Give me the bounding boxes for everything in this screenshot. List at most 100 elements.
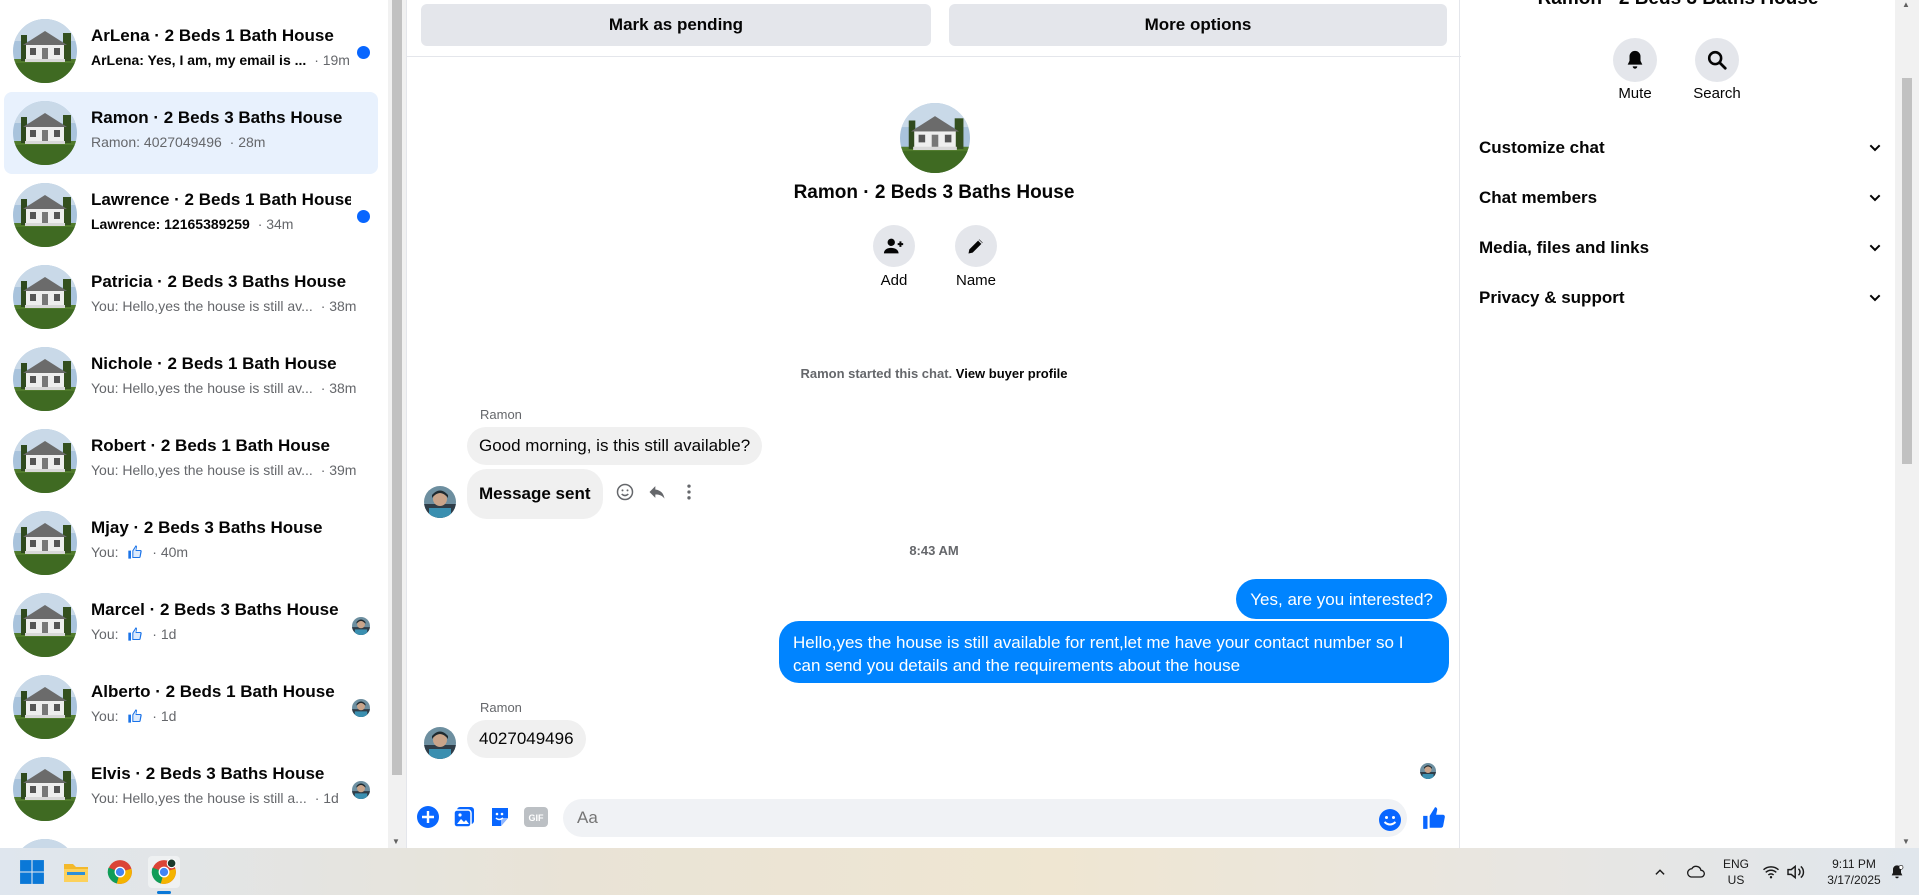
conversation-title: Lawrence · 2 Beds 1 Bath House xyxy=(91,190,351,209)
media-files-links-row[interactable]: Media, files and links xyxy=(1479,228,1883,268)
edit-name-button[interactable] xyxy=(955,225,997,267)
conversation-item[interactable]: Nichole · 2 Beds 1 Bath House You: Hello… xyxy=(4,338,378,420)
chevron-up-icon[interactable] xyxy=(1650,856,1670,888)
language-indicator[interactable]: ENG US xyxy=(1718,856,1754,888)
conversation-item-active[interactable]: Ramon · 2 Beds 3 Baths House Ramon: 4027… xyxy=(4,92,378,174)
conversation-preview: ArLena: Yes, I am, my email is ... xyxy=(91,52,307,68)
volume-icon[interactable] xyxy=(1784,856,1808,888)
more-options-button[interactable]: More options xyxy=(949,4,1447,46)
conversation-title: Mjay · 2 Beds 3 Baths House xyxy=(91,518,323,537)
pencil-icon xyxy=(968,239,983,254)
view-buyer-profile-link[interactable]: View buyer profile xyxy=(956,366,1068,381)
row-label: Chat members xyxy=(1479,188,1598,207)
chrome-icon[interactable] xyxy=(104,856,136,888)
sticker-icon[interactable] xyxy=(487,804,513,830)
unread-dot xyxy=(357,46,370,59)
incoming-message: Good morning, is this still available? xyxy=(467,427,763,465)
conversation-preview: You: Hello,yes the house is still av... xyxy=(91,462,313,478)
react-emoji-icon[interactable] xyxy=(614,481,636,503)
conversation-title: Alberto · 2 Beds 1 Bath House xyxy=(91,682,335,701)
outgoing-message: Hello,yes the house is still available f… xyxy=(779,621,1449,683)
conversation-avatar xyxy=(13,265,77,329)
conversation-time: · 1d xyxy=(152,708,177,724)
mute-label: Mute xyxy=(1618,85,1652,102)
conversation-item[interactable]: Marcel · 2 Beds 3 Baths House You: · 1d xyxy=(4,584,378,666)
mark-as-pending-button[interactable]: Mark as pending xyxy=(421,4,931,46)
conversation-item[interactable]: Lawrence · 2 Beds 1 Bath House Lawrence:… xyxy=(4,174,378,256)
message-input[interactable] xyxy=(563,799,1407,837)
clock-time: 9:11 PM xyxy=(1832,857,1876,871)
photo-icon[interactable] xyxy=(451,804,477,830)
mute-button[interactable] xyxy=(1613,38,1657,82)
row-label: Privacy & support xyxy=(1479,288,1625,307)
privacy-support-row[interactable]: Privacy & support xyxy=(1479,278,1883,318)
conversation-title: Ramon · 2 Beds 3 Baths House xyxy=(91,108,343,127)
system-clock[interactable]: 9:11 PM 3/17/2025 xyxy=(1814,856,1894,888)
like-thumb-icon xyxy=(126,626,144,642)
search-button[interactable] xyxy=(1695,38,1739,82)
chevron-down-icon xyxy=(1869,294,1881,302)
scrollbar-thumb[interactable] xyxy=(392,0,402,775)
scrollbar-thumb[interactable] xyxy=(1902,78,1912,464)
conversation-item-partial[interactable] xyxy=(4,830,378,848)
wifi-icon[interactable] xyxy=(1760,856,1782,888)
conversation-preview: Ramon: 4027049496 xyxy=(91,134,222,150)
seen-avatar-icon xyxy=(352,617,370,635)
sender-name: Ramon xyxy=(480,700,522,715)
emoji-icon[interactable] xyxy=(1377,807,1403,833)
like-thumb-icon[interactable] xyxy=(1421,805,1447,831)
customize-chat-row[interactable]: Customize chat xyxy=(1479,128,1883,168)
notification-bell-icon[interactable] xyxy=(1886,856,1908,888)
conversation-avatar xyxy=(13,19,77,83)
gif-icon[interactable]: GIF xyxy=(523,804,549,830)
conversation-list: ArLena · 2 Beds 1 Bath House ArLena: Yes… xyxy=(0,0,378,848)
conversation-time: · 38m xyxy=(320,380,357,396)
conversation-preview: You: Hello,yes the house is still av... xyxy=(91,380,313,396)
conversation-preview: Lawrence: 12165389259 xyxy=(91,216,250,232)
more-vertical-icon[interactable] xyxy=(678,481,700,503)
conversation-avatar xyxy=(13,347,77,411)
gif-label: GIF xyxy=(529,813,545,823)
onedrive-icon[interactable] xyxy=(1684,856,1708,888)
conversation-item[interactable]: Robert · 2 Beds 1 Bath House You: Hello,… xyxy=(4,420,378,502)
conversation-time: · 38m xyxy=(320,298,357,314)
sender-name: Ramon xyxy=(480,407,522,422)
conversation-time: · 39m xyxy=(320,462,357,478)
conversation-item[interactable]: Alberto · 2 Beds 1 Bath House You: · 1d xyxy=(4,666,378,748)
conversation-item[interactable]: Elvis · 2 Beds 3 Baths House You: Hello,… xyxy=(4,748,378,830)
chat-details-panel: Ramon · 2 Beds 3 Baths House Mute Search… xyxy=(1461,0,1895,848)
chat-header-title: Ramon · 2 Beds 3 Baths House xyxy=(793,182,1075,203)
reply-icon[interactable] xyxy=(646,481,668,503)
conversation-list-scrollbar[interactable]: ▼ xyxy=(388,0,406,848)
file-explorer-icon[interactable] xyxy=(60,856,92,888)
chevron-down-icon xyxy=(1869,244,1881,252)
conversation-avatar xyxy=(13,593,77,657)
conversation-avatar xyxy=(13,429,77,493)
conversation-title: Elvis · 2 Beds 3 Baths House xyxy=(91,764,325,783)
conversation-item[interactable]: Mjay · 2 Beds 3 Baths House You: · 40m xyxy=(4,502,378,584)
active-app-indicator xyxy=(157,891,171,894)
message-timestamp: 8:43 AM xyxy=(909,543,959,558)
chat-members-row[interactable]: Chat members xyxy=(1479,178,1883,218)
conversation-item[interactable]: Patricia · 2 Beds 3 Baths House You: Hel… xyxy=(4,256,378,338)
seen-avatar-icon xyxy=(352,699,370,717)
details-scrollbar[interactable]: ▲ ▼ xyxy=(1895,0,1919,848)
incoming-message: 4027049496 xyxy=(467,720,586,758)
windows-start-icon[interactable] xyxy=(16,856,48,888)
chrome-profile-icon[interactable] xyxy=(148,856,180,888)
name-label: Name xyxy=(955,272,996,289)
seen-avatar-icon xyxy=(1420,763,1436,779)
like-thumb-icon xyxy=(126,544,144,560)
conversation-title: Nichole · 2 Beds 1 Bath House xyxy=(91,354,337,373)
chevron-down-icon xyxy=(1869,144,1881,152)
plus-circle-icon[interactable] xyxy=(415,804,441,830)
conversation-time: · 1d xyxy=(152,626,177,642)
sender-avatar xyxy=(424,486,456,518)
add-people-button[interactable] xyxy=(873,225,915,267)
region-code: US xyxy=(1727,873,1745,887)
scroll-down-arrow-icon[interactable]: ▼ xyxy=(392,837,400,846)
scroll-up-arrow-icon[interactable]: ▲ xyxy=(1902,0,1910,9)
scroll-down-arrow-icon[interactable]: ▼ xyxy=(1902,837,1910,846)
conversation-title: ArLena · 2 Beds 1 Bath House xyxy=(91,26,334,45)
conversation-item[interactable]: ArLena · 2 Beds 1 Bath House ArLena: Yes… xyxy=(4,10,378,92)
